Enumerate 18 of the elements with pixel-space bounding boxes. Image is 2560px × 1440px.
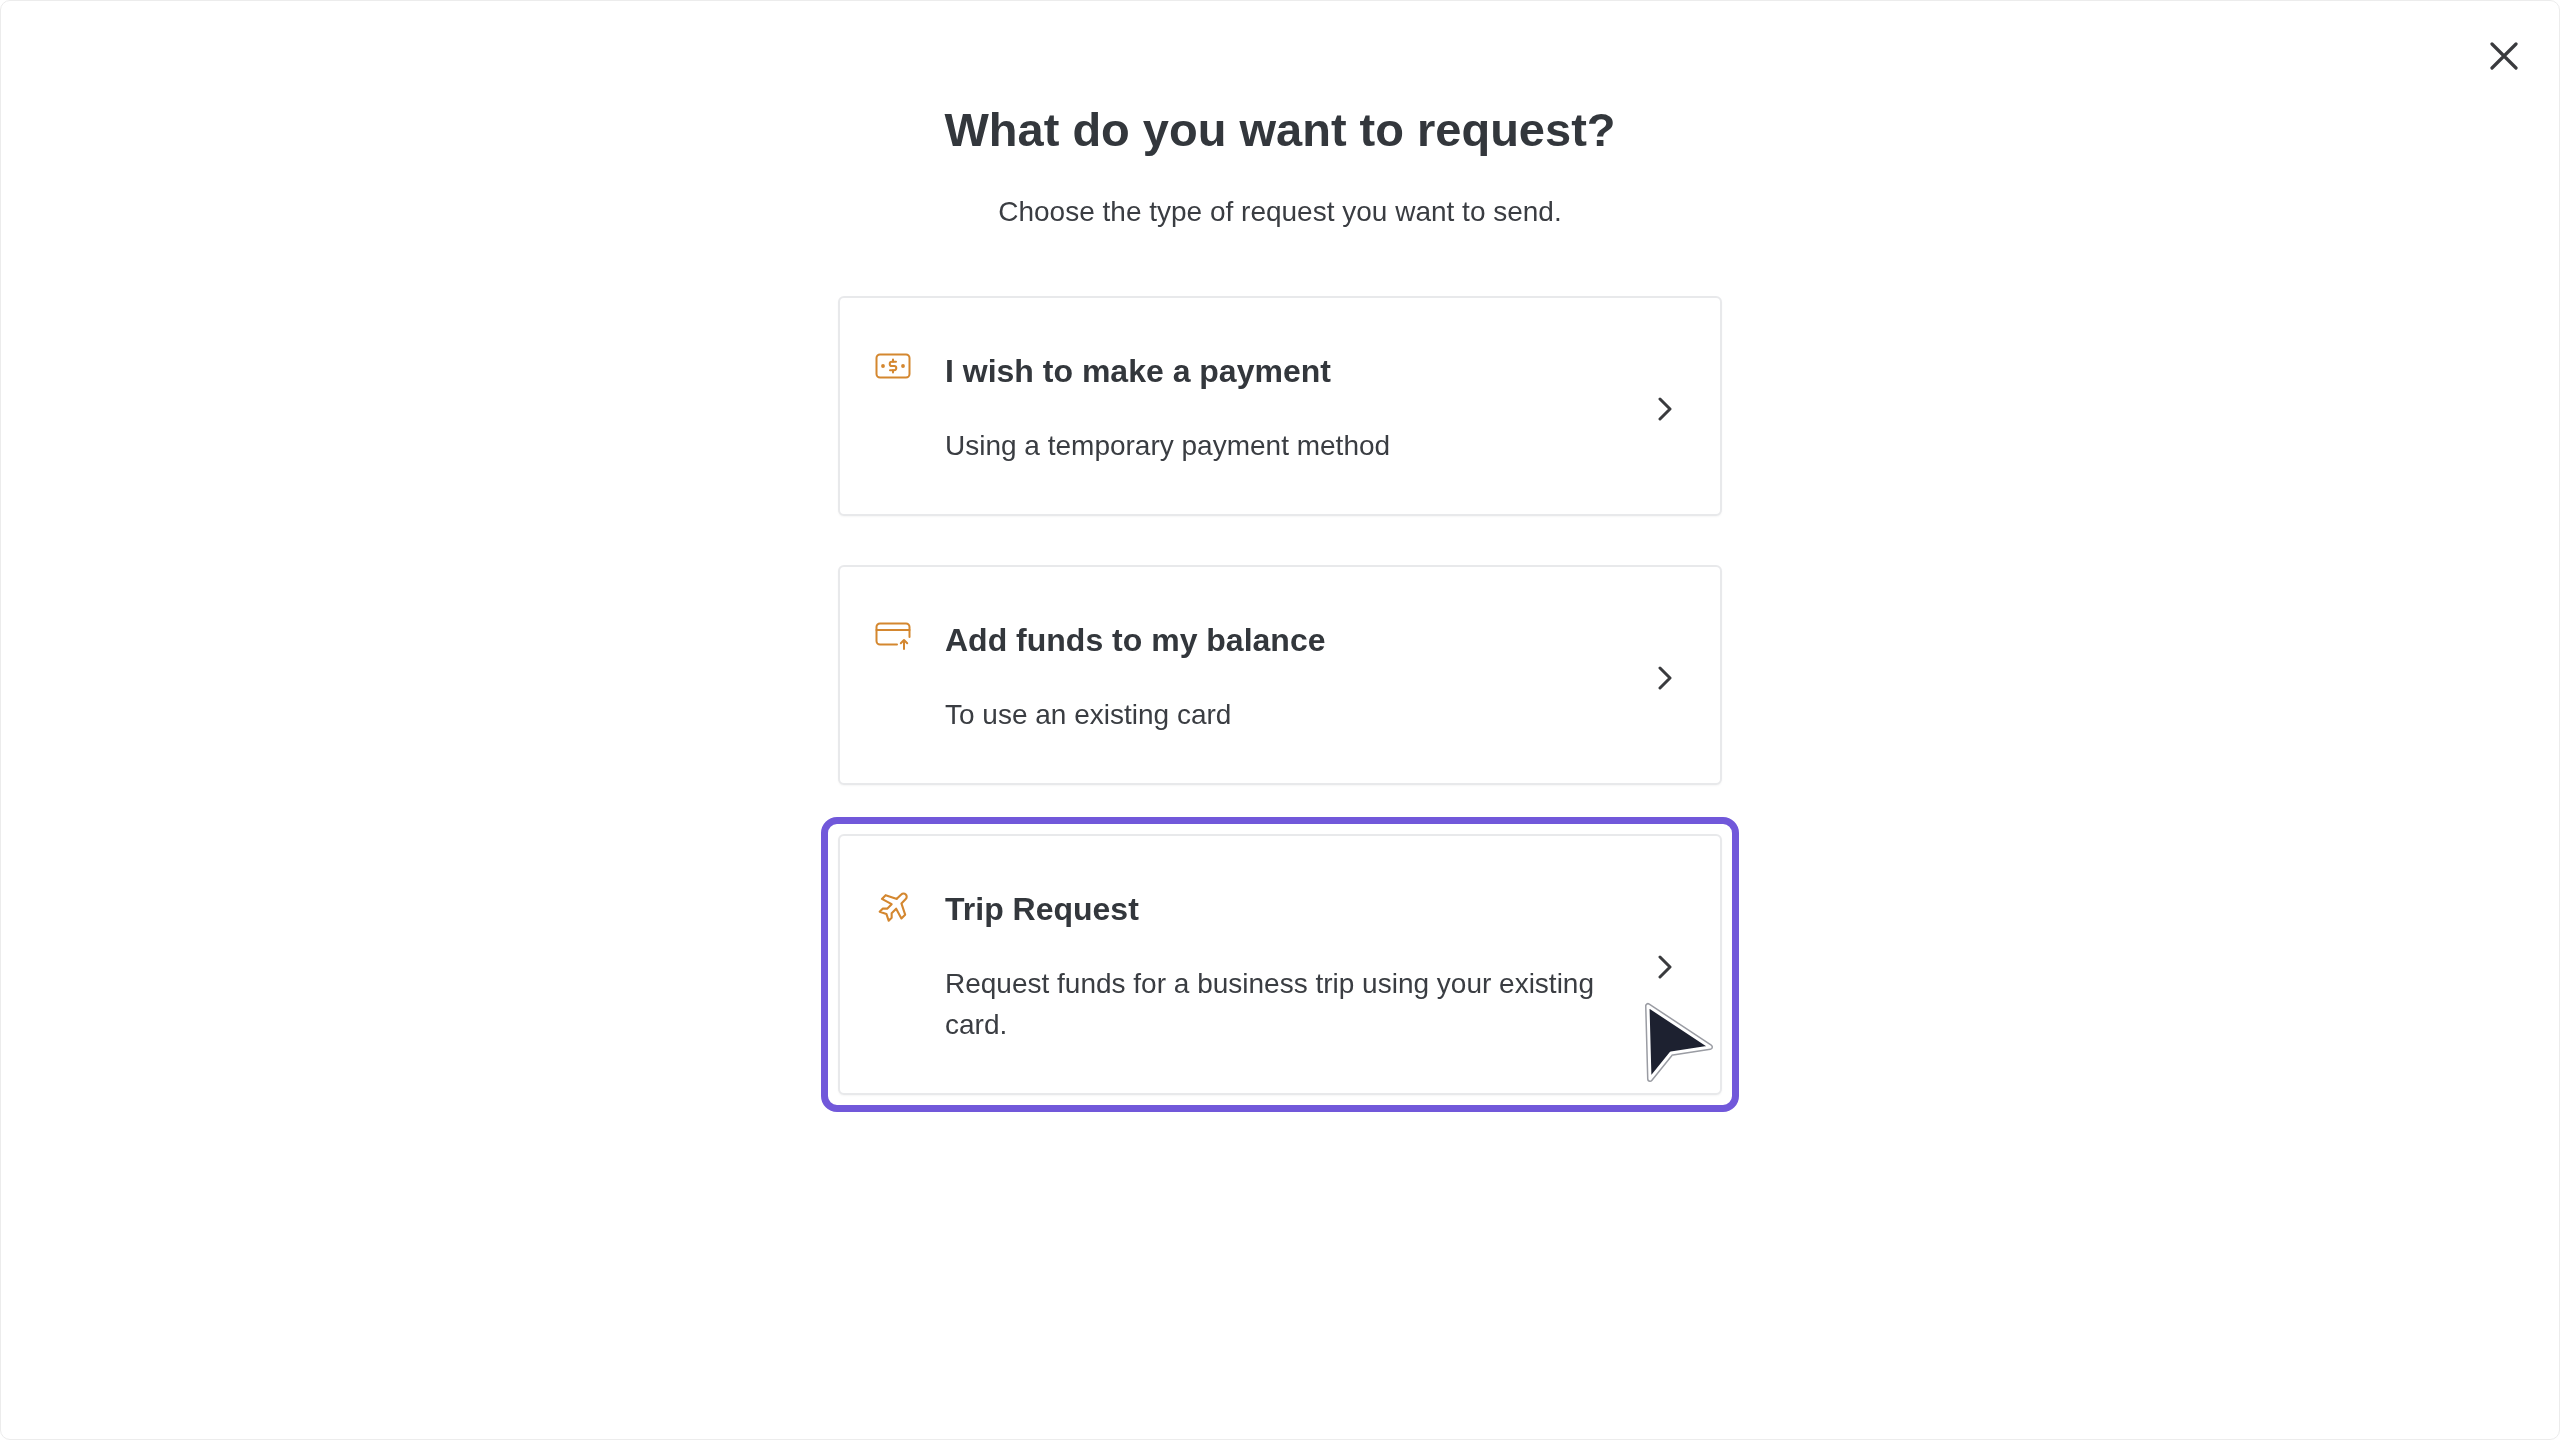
request-option-card[interactable]: Trip Request Request funds for a business trip using your existing card. xyxy=(838,834,1722,1095)
option-title: I wish to make a payment xyxy=(945,352,1332,391)
option-description: Using a temporary payment method xyxy=(945,429,1392,463)
chevron-right-icon xyxy=(1658,955,1672,979)
dialog-title: What do you want to request? xyxy=(944,104,1616,156)
banknote-dollar-icon xyxy=(875,353,911,379)
request-option-card[interactable]: I wish to make a payment Using a temporary payment method xyxy=(838,296,1722,516)
option-description: Request funds for a business trip using your existing card. xyxy=(945,967,1596,1042)
option-description: To use an existing card xyxy=(945,698,1233,732)
option-title: Trip Request xyxy=(945,890,1140,929)
option-title: Add funds to my balance xyxy=(945,621,1327,660)
close-icon xyxy=(2490,42,2518,70)
dialog-subtitle: Choose the type of request you want to send. xyxy=(998,195,1562,229)
request-option-card[interactable]: Add funds to my balance To use an existing card xyxy=(838,565,1722,785)
chevron-right-icon xyxy=(1658,396,1672,421)
card-up-arrow-icon xyxy=(875,622,911,650)
mouse-pointer-icon xyxy=(1644,1002,1714,1084)
chevron-right-icon xyxy=(1658,665,1672,690)
